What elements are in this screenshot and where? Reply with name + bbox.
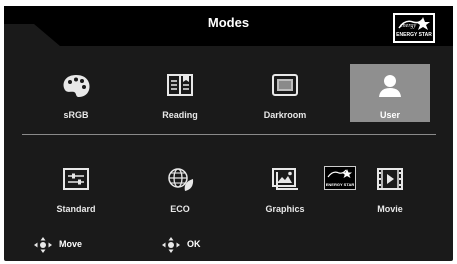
mode-standard[interactable]: Standard	[36, 158, 116, 216]
dpad-move-icon	[34, 237, 52, 253]
mode-label: Standard	[56, 204, 96, 214]
palette-icon	[63, 75, 90, 97]
globe-leaf-icon	[168, 168, 194, 191]
mode-graphics[interactable]: Graphics	[245, 158, 325, 216]
energy-star-text: ENERGY STAR	[396, 32, 432, 38]
mode-label: sRGB	[63, 110, 89, 120]
mode-reading[interactable]: Reading	[140, 64, 220, 122]
image-icon	[272, 168, 298, 190]
film-icon	[377, 168, 403, 190]
mode-label: Darkroom	[263, 110, 307, 120]
darkroom-icon	[272, 74, 298, 96]
user-icon	[379, 75, 401, 97]
energy-star-logo: energy ENERGY STAR	[392, 12, 436, 44]
mode-label: Graphics	[265, 204, 305, 214]
mode-user[interactable]: User	[350, 64, 430, 122]
footer-move: Move	[33, 236, 93, 254]
mode-label: User	[379, 110, 400, 120]
page-title: Modes	[207, 15, 250, 30]
row-divider	[22, 134, 436, 135]
osd-menu: Modes energy ENERGY STAR sRGB Reading Da…	[0, 0, 457, 264]
book-icon	[167, 74, 193, 96]
dpad-ok-icon	[162, 237, 180, 253]
ok-label: OK	[187, 239, 201, 249]
mode-darkroom[interactable]: Darkroom	[245, 64, 325, 122]
mode-label: Movie	[377, 204, 403, 214]
sliders-icon	[63, 168, 89, 190]
move-label: Move	[59, 239, 83, 249]
mode-label: Reading	[162, 110, 198, 120]
mode-label: ECO	[170, 204, 190, 214]
svg-text:energy: energy	[400, 23, 416, 29]
mode-movie[interactable]: Movie	[350, 158, 430, 216]
footer-ok: OK	[161, 236, 211, 254]
mode-srgb[interactable]: sRGB	[36, 64, 116, 122]
mode-eco[interactable]: ECO	[140, 158, 220, 216]
